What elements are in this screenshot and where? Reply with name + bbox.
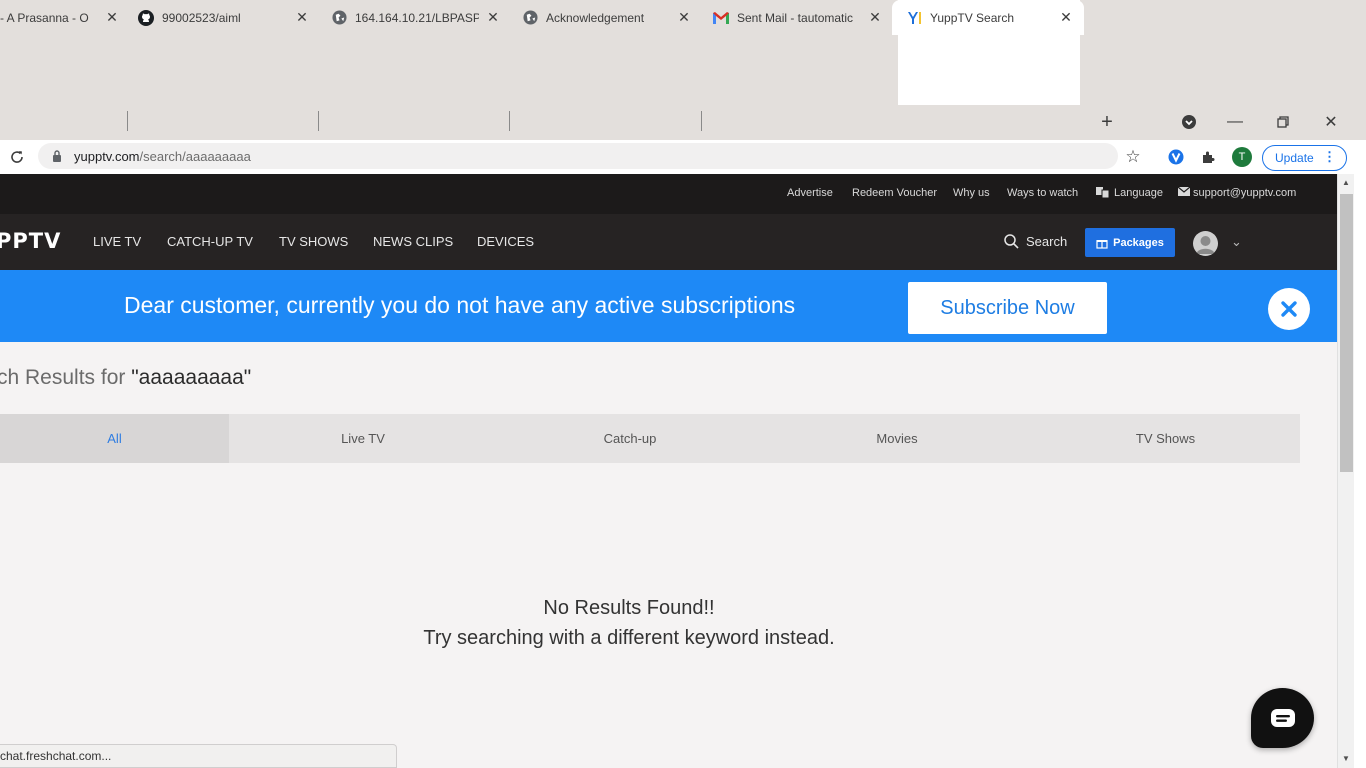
page-content: Advertise Redeem Voucher Why us Ways to … [0,174,1337,768]
github-icon [138,9,154,26]
logo-text: PPTV [0,229,62,253]
nav-live-tv[interactable]: LIVE TV [93,234,141,249]
update-button[interactable]: Update ⋮ [1262,145,1347,171]
globe-icon [331,10,347,26]
why-us-link[interactable]: Why us [953,187,990,199]
tab-live-tv[interactable]: Live TV [229,414,497,463]
search-button[interactable]: Search [1004,231,1067,251]
gift-icon [1096,239,1108,249]
status-bubble: chat.freshchat.com... [0,744,397,768]
chevron-down-icon[interactable]: ⌄ [1231,234,1242,250]
tab-title: YuppTV Search [930,10,1015,25]
mail-icon [1177,186,1191,199]
extension-v-icon[interactable] [1165,146,1187,168]
tab-acknowledgement[interactable]: Acknowledgement ✕ [522,0,692,35]
reload-icon[interactable] [6,146,28,168]
nav-catch-up-tv[interactable]: CATCH-UP TV [167,234,253,249]
gmail-icon [713,10,729,26]
update-label: Update [1275,151,1314,165]
tab-title: Sent Mail - tautomatic [737,10,854,25]
chat-icon [1270,709,1295,727]
close-icon[interactable]: ✕ [676,9,692,26]
banner-message: Dear customer, currently you do not have… [124,292,796,318]
language-link[interactable]: Language [1114,187,1163,199]
tab-title: - A Prasanna - O [0,10,89,25]
tab-title: 99002523/aiml [162,10,241,25]
tab-title: 164.164.10.21/LBPASP [355,10,479,25]
tab-gmail[interactable]: Sent Mail - tautomatic ✕ [713,0,883,35]
close-window-icon[interactable]: ✕ [1317,110,1345,134]
globe-icon [522,10,538,26]
empty-state-title: No Results Found!! [543,597,715,619]
page-title: rch Results for "aaaaaaaaa" [0,366,251,390]
close-icon[interactable]: ✕ [485,9,501,26]
language-icon[interactable] [1096,187,1110,201]
nav-devices[interactable]: DEVICES [477,234,534,249]
tab-divider [127,111,128,131]
tab-divider [509,111,510,131]
packages-button[interactable]: Packages [1085,228,1175,257]
profile-initial: T [1232,147,1252,167]
tab-movies[interactable]: Movies [763,414,1031,463]
yupptv-logo[interactable]: PPTV [0,228,61,254]
nav-tv-shows[interactable]: TV SHOWS [279,234,348,249]
subscribe-now-button[interactable]: Subscribe Now [908,282,1107,334]
user-avatar[interactable] [1193,231,1218,256]
menu-kebab-icon: ⋮ [1323,149,1336,164]
main-nav: PPTV LIVE TV CATCH-UP TV TV SHOWS NEWS C… [0,214,1337,270]
window-edge [1354,174,1366,768]
tab-title: Acknowledgement [546,10,645,25]
tab-catch-up[interactable]: Catch-up [497,414,763,463]
url-path: /search/aaaaaaaaa [139,148,251,164]
redeem-voucher-link[interactable]: Redeem Voucher [852,187,937,199]
lock-icon [52,150,62,162]
nav-news-clips[interactable]: NEWS CLIPS [373,234,453,249]
close-icon[interactable] [1268,288,1310,330]
close-icon[interactable]: ✕ [867,9,883,26]
tab-all[interactable]: All [0,414,229,463]
search-icon [1004,233,1019,249]
url-domain: yupptv.com [74,148,140,164]
tab-lbpasp[interactable]: 164.164.10.21/LBPASP ✕ [331,0,501,35]
chat-button[interactable] [1251,688,1314,748]
scroll-thumb[interactable] [1340,194,1353,472]
utility-bar: Advertise Redeem Voucher Why us Ways to … [0,174,1337,214]
minimize-icon[interactable]: — [1221,110,1249,134]
tab-github[interactable]: 99002523/aiml ✕ [138,0,310,35]
bookmark-star-icon[interactable]: ☆ [1122,146,1144,168]
new-tab-icon[interactable]: + [1093,110,1121,134]
tab-outlook[interactable]: - A Prasanna - O ✕ [0,0,120,35]
empty-state-hint: Try searching with a different keyword i… [423,627,835,649]
close-icon[interactable]: ✕ [1058,9,1074,26]
close-icon[interactable]: ✕ [104,9,120,26]
subscription-banner: Dear customer, currently you do not have… [0,270,1337,342]
tab-strip [0,105,1366,140]
page-scrollbar[interactable]: ▲ ▼ [1337,174,1354,768]
scroll-up-arrow-icon[interactable]: ▲ [1342,178,1350,187]
restore-icon[interactable] [1269,110,1297,134]
packages-label: Packages [1113,236,1164,249]
result-filter-tabs: All Live TV Catch-up Movies TV Shows [0,414,1300,463]
advertise-link[interactable]: Advertise [787,187,833,199]
ways-to-watch-link[interactable]: Ways to watch [1007,187,1078,199]
profile-avatar-icon[interactable]: T [1231,146,1253,168]
tab-search-icon[interactable] [1175,110,1203,134]
extensions-puzzle-icon[interactable] [1197,146,1219,168]
tab-tv-shows[interactable]: TV Shows [1031,414,1300,463]
yupptv-icon [906,10,922,26]
scroll-down-arrow-icon[interactable]: ▼ [1342,754,1350,763]
tab-divider [318,111,319,131]
status-text: chat.freshchat.com... [0,749,112,763]
address-bar[interactable]: yupptv.com/search/aaaaaaaaa [38,143,1118,169]
search-label: Search [1026,233,1068,249]
close-icon[interactable]: ✕ [294,9,310,26]
tab-yupptv[interactable]: YuppTV Search ✕ [892,0,1084,35]
support-email-link[interactable]: support@yupptv.com [1193,187,1296,199]
results-heading-prefix: rch Results for [0,366,132,389]
search-query: "aaaaaaaaa" [131,366,252,389]
tab-divider [701,111,702,131]
